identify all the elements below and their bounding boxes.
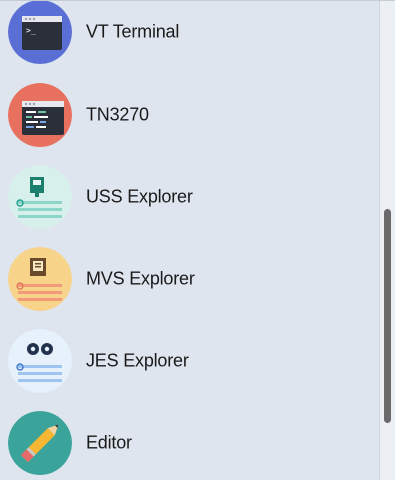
app-item-jes-explorer[interactable]: JES Explorer bbox=[0, 320, 379, 402]
app-launcher-panel: >_ VT Terminal TN3270 USS Explorer MVS E… bbox=[0, 0, 395, 480]
jes-explorer-icon bbox=[8, 329, 72, 393]
app-item-editor[interactable]: Editor bbox=[0, 402, 379, 480]
app-label: MVS Explorer bbox=[86, 268, 195, 289]
svg-text:>_: >_ bbox=[26, 26, 36, 35]
app-item-uss-explorer[interactable]: USS Explorer bbox=[0, 156, 379, 238]
app-label: VT Terminal bbox=[86, 21, 180, 42]
vt-terminal-icon: >_ bbox=[8, 1, 72, 64]
app-item-vt-terminal[interactable]: >_ VT Terminal bbox=[0, 1, 379, 73]
app-label: USS Explorer bbox=[86, 186, 193, 207]
pencil-icon bbox=[8, 411, 72, 475]
app-label: JES Explorer bbox=[86, 350, 189, 371]
tn3270-icon bbox=[8, 83, 72, 147]
app-item-mvs-explorer[interactable]: MVS Explorer bbox=[0, 238, 379, 320]
app-label: Editor bbox=[86, 432, 132, 453]
vertical-scrollbar[interactable] bbox=[379, 1, 395, 480]
app-item-tn3270[interactable]: TN3270 bbox=[0, 74, 379, 156]
app-list: >_ VT Terminal TN3270 USS Explorer MVS E… bbox=[0, 1, 379, 480]
app-label: TN3270 bbox=[86, 104, 149, 125]
mvs-explorer-icon bbox=[8, 247, 72, 311]
uss-explorer-icon bbox=[8, 165, 72, 229]
scrollbar-thumb[interactable] bbox=[384, 209, 391, 423]
